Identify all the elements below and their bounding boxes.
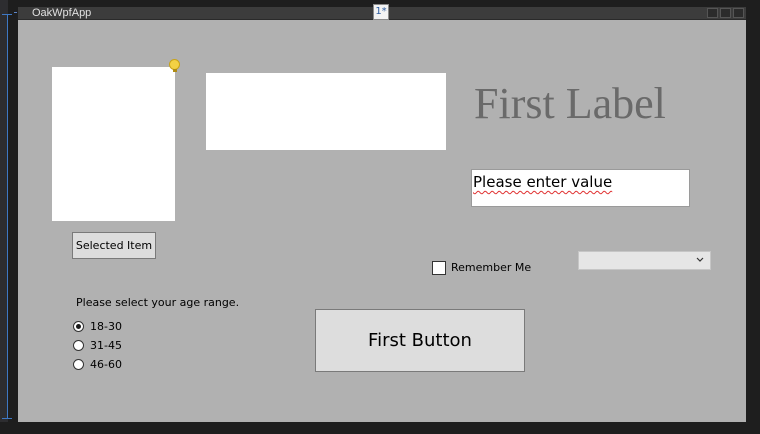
image-placeholder [206, 73, 446, 150]
age-radio-label[interactable]: 31-45 [90, 339, 122, 353]
designer-guide-tick-top [2, 14, 12, 15]
chevron-down-icon [695, 254, 705, 266]
close-button[interactable] [733, 8, 744, 18]
remember-me-checkbox[interactable] [432, 261, 446, 275]
maximize-button[interactable] [720, 8, 731, 18]
lightbulb-icon[interactable] [169, 59, 180, 72]
designer-tab-marker[interactable]: 1* [373, 4, 389, 20]
age-radio-label[interactable]: 46-60 [90, 358, 122, 372]
age-radio-46-60[interactable] [73, 359, 84, 370]
value-textbox[interactable]: Please enter value [471, 169, 690, 207]
selected-item-button[interactable]: Selected Item [72, 232, 156, 259]
designer-vertical-guide [7, 14, 8, 418]
window-title: OakWpfApp [32, 7, 92, 19]
textbox-text: Please enter value [473, 173, 613, 191]
combo-box[interactable] [578, 251, 711, 270]
designer-guide-tick-bottom [2, 418, 12, 419]
minimize-button[interactable] [707, 8, 718, 18]
list-box[interactable] [52, 67, 175, 221]
first-label: First Label [474, 79, 666, 128]
age-range-prompt: Please select your age range. [76, 296, 240, 309]
designer-bottom-strip [0, 422, 760, 434]
age-radio-31-45[interactable] [73, 340, 84, 351]
age-radio-label[interactable]: 18-30 [90, 320, 122, 334]
radio-selected-dot [76, 324, 81, 329]
remember-me-label[interactable]: Remember Me [451, 261, 531, 275]
first-button[interactable]: First Button [315, 309, 525, 372]
age-radio-18-30[interactable] [73, 321, 84, 332]
